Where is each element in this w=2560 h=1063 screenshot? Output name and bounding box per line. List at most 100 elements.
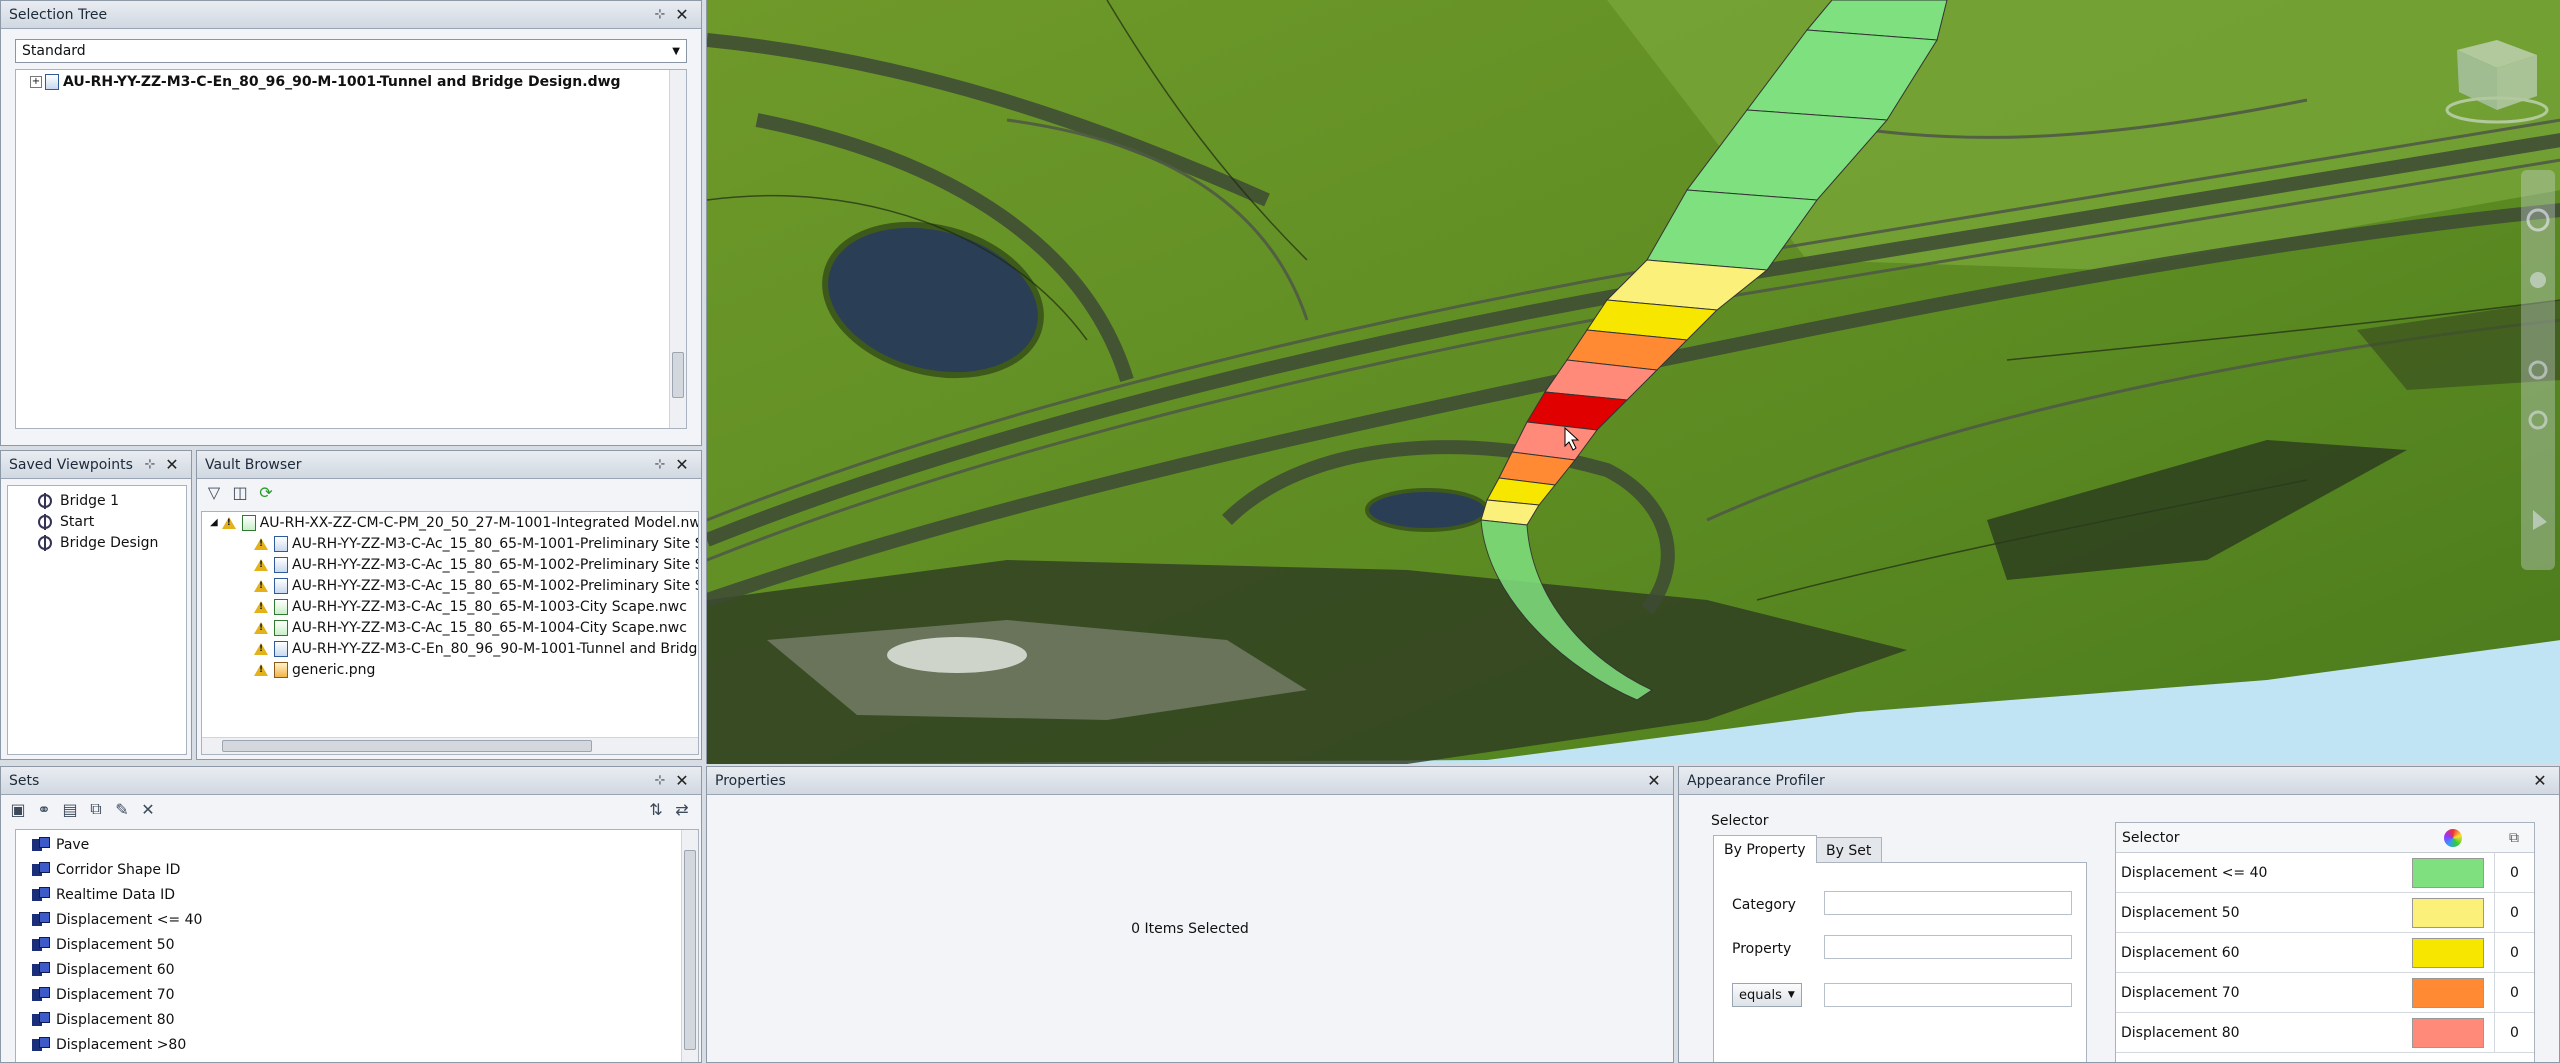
selector-row[interactable]: Displacement 70 0 xyxy=(2116,973,2534,1013)
vault-file-item[interactable]: AU-RH-YY-ZZ-M3-C-Ac_15_80_65-M-1004-City… xyxy=(202,617,698,638)
delete-icon[interactable]: ✕ xyxy=(137,798,159,820)
viewpoint-label: Start xyxy=(60,513,95,530)
panel-title: Vault Browser xyxy=(205,456,302,473)
selector-row[interactable]: Displacement 60 0 xyxy=(2116,933,2534,973)
selection-set-icon xyxy=(32,961,50,978)
3d-viewport[interactable] xyxy=(706,0,2560,764)
viewpoint-item[interactable]: Start xyxy=(8,511,186,532)
vault-file-item[interactable]: AU-RH-YY-ZZ-M3-C-Ac_15_80_65-M-1002-Prel… xyxy=(202,575,698,596)
set-item[interactable]: Displacement >80 xyxy=(16,1032,698,1057)
set-item[interactable]: Displacement 60 xyxy=(16,957,698,982)
sets-scrollbar[interactable] xyxy=(681,830,698,1062)
vault-file-item[interactable]: AU-RH-YY-ZZ-M3-C-Ac_15_80_65-M-1003-City… xyxy=(202,596,698,617)
set-label: Pave xyxy=(56,836,90,853)
color-swatch[interactable] xyxy=(2412,897,2484,928)
filter-icon[interactable]: ▽ xyxy=(203,481,225,503)
collapse-icon[interactable]: ◢ xyxy=(210,517,218,528)
color-swatch[interactable] xyxy=(2412,937,2484,968)
viewpoint-item[interactable]: Bridge 1 xyxy=(8,490,186,511)
selector-column-header: Selector xyxy=(2122,829,2180,846)
image-file-icon xyxy=(274,661,288,678)
condition-dropdown[interactable]: equals ▼ xyxy=(1732,983,1802,1007)
pin-icon[interactable]: ⊹ xyxy=(139,457,161,472)
selector-row[interactable]: Displacement 50 0 xyxy=(2116,893,2534,933)
warning-icon xyxy=(254,579,268,592)
tree-scrollbar[interactable] xyxy=(669,70,686,428)
property-field[interactable] xyxy=(1824,935,2072,959)
color-wheel-icon[interactable] xyxy=(2412,828,2494,847)
expand-icon[interactable]: + xyxy=(30,75,42,88)
close-icon[interactable]: ✕ xyxy=(671,771,693,790)
set-item[interactable]: Displacement 50 xyxy=(16,932,698,957)
viewpoints-list: Bridge 1 Start Bridge Design xyxy=(7,485,187,755)
pan-icon xyxy=(2530,272,2546,288)
selection-set-icon xyxy=(32,836,50,853)
import-export-icon[interactable]: ⇄ xyxy=(671,798,693,820)
close-icon[interactable]: ✕ xyxy=(2529,771,2551,790)
color-swatch[interactable] xyxy=(2412,977,2484,1008)
duplicate-icon[interactable]: ⧉ xyxy=(85,798,107,820)
new-folder-icon[interactable]: ▤ xyxy=(59,798,81,820)
viewpoint-item[interactable]: Bridge Design xyxy=(8,532,186,553)
save-selection-icon[interactable]: ▣ xyxy=(7,798,29,820)
model-scene[interactable] xyxy=(707,0,2560,764)
color-swatch[interactable] xyxy=(2412,1017,2484,1048)
pin-icon[interactable]: ⊹ xyxy=(649,7,671,22)
sort-icon[interactable]: ⇅ xyxy=(645,798,667,820)
saved-viewpoints-panel: Saved Viewpoints ⊹ ✕ Bridge 1 Start Brid… xyxy=(0,450,192,760)
viewpoint-icon xyxy=(38,534,52,551)
vault-file-item[interactable]: AU-RH-YY-ZZ-M3-C-Ac_15_80_65-M-1001-Prel… xyxy=(202,533,698,554)
scrollbar-thumb[interactable] xyxy=(672,352,684,398)
set-item[interactable]: Realtime Data ID xyxy=(16,882,698,907)
scrollbar-thumb[interactable] xyxy=(684,850,696,1050)
pin-icon[interactable]: ⊹ xyxy=(649,773,671,788)
scrollbar-thumb[interactable] xyxy=(222,740,592,752)
copy-icon[interactable]: ⧉ xyxy=(2494,830,2534,846)
selector-row-name: Displacement 60 xyxy=(2121,944,2240,961)
selector-list: Selector ⧉ Displacement <= 40 0 Displaceme… xyxy=(2115,822,2535,1062)
set-item[interactable]: Pave xyxy=(16,832,698,857)
vault-file-item[interactable]: AU-RH-YY-ZZ-M3-C-Ac_15_80_65-M-1002-Prel… xyxy=(202,554,698,575)
binoculars-icon[interactable]: ⚭ xyxy=(33,798,55,820)
vault-item-label: AU-RH-YY-ZZ-M3-C-Ac_15_80_65-M-1004-City… xyxy=(292,619,687,636)
set-item[interactable]: Corridor Shape ID xyxy=(16,857,698,882)
set-item[interactable]: Displacement 80 xyxy=(16,1007,698,1032)
file-icon xyxy=(274,640,288,657)
properties-panel: Properties ✕ 0 Items Selected xyxy=(706,766,1674,1063)
set-label: Displacement >80 xyxy=(56,1036,187,1053)
viewpoint-icon xyxy=(38,513,52,530)
tab-by-property[interactable]: By Property xyxy=(1713,835,1817,863)
vault-browser-header: Vault Browser ⊹ ✕ xyxy=(197,451,701,479)
set-item[interactable]: Displacement <= 40 xyxy=(16,907,698,932)
vault-file-item[interactable]: generic.png xyxy=(202,659,698,680)
vault-horizontal-scrollbar[interactable] xyxy=(202,737,698,754)
refresh-icon[interactable]: ⟳ xyxy=(255,481,277,503)
vault-item-label: AU-RH-YY-ZZ-M3-C-Ac_15_80_65-M-1001-Prel… xyxy=(292,535,699,552)
pin-icon[interactable]: ⊹ xyxy=(649,457,671,472)
close-icon[interactable]: ✕ xyxy=(1643,771,1665,790)
file-icon xyxy=(274,556,288,573)
close-icon[interactable]: ✕ xyxy=(671,5,693,24)
tree-item[interactable]: + AU-RH-YY-ZZ-M3-C-En_80_96_90-M-1001-Tu… xyxy=(16,70,686,91)
close-icon[interactable]: ✕ xyxy=(161,455,183,474)
panel-title: Sets xyxy=(9,772,40,789)
set-label: Displacement 80 xyxy=(56,1011,175,1028)
layout-icon[interactable]: ◫ xyxy=(229,481,251,503)
selection-tree-view: + AU-RH-YY-ZZ-M3-C-En_80_96_90-M-1001-Tu… xyxy=(15,69,687,429)
color-swatch[interactable] xyxy=(2412,857,2484,888)
sets-list: Pave Corridor Shape ID Realtime Data ID … xyxy=(15,829,699,1062)
tree-item-label: AU-RH-YY-ZZ-M3-C-En_80_96_90-M-1001-Tunn… xyxy=(63,73,621,90)
close-icon[interactable]: ✕ xyxy=(671,455,693,474)
vault-root-item[interactable]: ◢ AU-RH-XX-ZZ-CM-C-PM_20_50_27-M-1001-In… xyxy=(202,512,698,533)
selection-set-icon xyxy=(32,861,50,878)
selector-row[interactable]: Displacement <= 40 0 xyxy=(2116,853,2534,893)
value-field[interactable] xyxy=(1824,983,2072,1007)
tab-by-set[interactable]: By Set xyxy=(1815,837,1883,863)
vault-file-item[interactable]: AU-RH-YY-ZZ-M3-C-En_80_96_90-M-1001-Tunn… xyxy=(202,638,698,659)
selection-mode-dropdown[interactable]: Standard ▼ xyxy=(15,39,687,63)
comment-icon[interactable]: ✎ xyxy=(111,798,133,820)
vault-tree-view: ◢ AU-RH-XX-ZZ-CM-C-PM_20_50_27-M-1001-In… xyxy=(201,511,699,755)
selector-row[interactable]: Displacement 80 0 xyxy=(2116,1013,2534,1053)
category-field[interactable] xyxy=(1824,891,2072,915)
set-item[interactable]: Displacement 70 xyxy=(16,982,698,1007)
